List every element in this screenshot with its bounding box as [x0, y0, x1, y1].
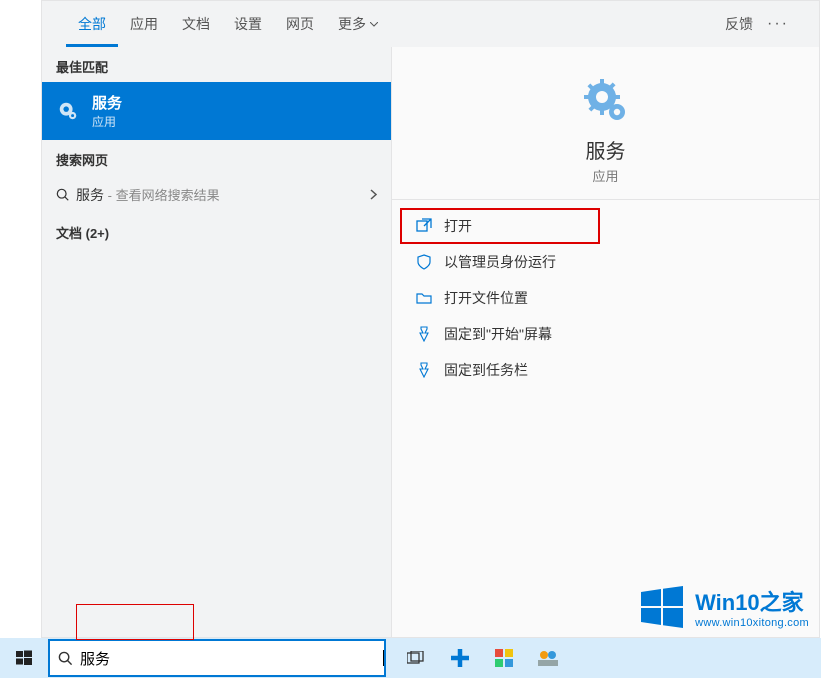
detail-sub: 应用 — [592, 166, 618, 185]
action-pin-taskbar-label: 固定到任务栏 — [444, 360, 528, 380]
web-search-label: 搜索网页 — [42, 140, 391, 175]
web-term-dash: - — [104, 188, 116, 203]
action-pin-start-label: 固定到"开始"屏幕 — [444, 324, 552, 344]
chevron-right-icon — [370, 187, 377, 203]
web-term: 服务 — [76, 187, 104, 203]
best-match-title: 服务 — [92, 92, 122, 113]
action-open[interactable]: 打开 — [400, 208, 600, 244]
docs-section-label[interactable]: 文档 (2+) — [42, 215, 391, 250]
action-run-admin-label: 以管理员身份运行 — [444, 252, 556, 272]
detail-title: 服务 — [586, 135, 626, 164]
plus-icon — [451, 649, 469, 667]
action-pin-start[interactable]: 固定到"开始"屏幕 — [392, 316, 819, 352]
watermark-title: Win10之家 — [695, 585, 809, 617]
best-match-label: 最佳匹配 — [42, 47, 391, 82]
pin-icon — [416, 362, 432, 378]
services-gear-icon — [56, 99, 80, 123]
tab-more-label: 更多 — [338, 1, 366, 47]
best-match-item[interactable]: 服务 应用 — [42, 82, 391, 140]
results-column: 最佳匹配 服务 应用 搜索网页 服务 - 查看网络搜索结果 — [42, 47, 391, 637]
taskbar-app-3[interactable] — [526, 638, 570, 678]
windows-logo-icon — [16, 650, 32, 666]
folder-icon — [416, 290, 432, 306]
action-open-label: 打开 — [444, 216, 472, 236]
filter-tabbar: 全部 应用 文档 设置 网页 更多 反馈 ··· — [42, 1, 819, 47]
search-panel: 全部 应用 文档 设置 网页 更多 反馈 ··· 最佳匹配 服务 应用 搜索网页 — [41, 0, 820, 638]
chevron-down-icon — [370, 22, 378, 27]
tab-web[interactable]: 网页 — [274, 1, 326, 47]
action-pin-taskbar[interactable]: 固定到任务栏 — [392, 352, 819, 388]
shield-icon — [416, 254, 432, 270]
search-body: 最佳匹配 服务 应用 搜索网页 服务 - 查看网络搜索结果 — [42, 47, 819, 637]
more-menu-button[interactable]: ··· — [761, 15, 795, 33]
search-input[interactable] — [80, 641, 382, 675]
task-view-button[interactable] — [394, 638, 438, 678]
action-open-location[interactable]: 打开文件位置 — [392, 280, 819, 316]
tab-all[interactable]: 全部 — [66, 1, 118, 47]
detail-column: 服务 应用 打开 以管理员身份运行 打开文件位置 固定到"开始 — [391, 47, 819, 637]
taskbar — [0, 638, 821, 678]
feedback-link[interactable]: 反馈 — [717, 14, 761, 34]
tab-settings[interactable]: 设置 — [222, 1, 274, 47]
windows-logo-icon — [639, 584, 685, 630]
taskbar-search-box[interactable] — [48, 639, 386, 677]
search-icon — [50, 651, 80, 666]
taskbar-app-2[interactable] — [482, 638, 526, 678]
taskbar-app-1[interactable] — [438, 638, 482, 678]
people-icon — [538, 650, 558, 666]
tab-docs[interactable]: 文档 — [170, 1, 222, 47]
best-match-sub: 应用 — [92, 113, 122, 130]
task-view-icon — [407, 651, 425, 665]
watermark-url: www.win10xitong.com — [695, 617, 809, 629]
tab-more[interactable]: 更多 — [326, 1, 390, 47]
watermark: Win10之家 www.win10xitong.com — [639, 584, 809, 630]
start-button[interactable] — [0, 638, 48, 678]
pin-icon — [416, 326, 432, 342]
web-search-item[interactable]: 服务 - 查看网络搜索结果 — [42, 175, 391, 215]
app-icon — [495, 649, 513, 667]
detail-gear-icon — [582, 77, 630, 125]
tab-apps[interactable]: 应用 — [118, 1, 170, 47]
web-term-sub: 查看网络搜索结果 — [116, 188, 220, 203]
action-run-admin[interactable]: 以管理员身份运行 — [392, 244, 819, 280]
text-caret — [383, 650, 384, 666]
detail-header: 服务 应用 — [392, 47, 819, 200]
search-icon — [56, 188, 76, 202]
detail-actions: 打开 以管理员身份运行 打开文件位置 固定到"开始"屏幕 固定到任务栏 — [392, 200, 819, 396]
action-open-location-label: 打开文件位置 — [444, 288, 528, 308]
open-icon — [416, 218, 432, 234]
